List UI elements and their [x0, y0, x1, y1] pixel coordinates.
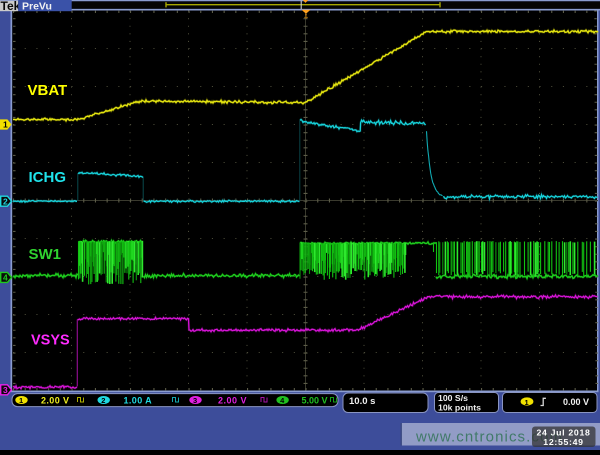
svg-text:2.00 V: 2.00 V — [218, 395, 247, 405]
svg-text:2: 2 — [101, 396, 105, 405]
svg-text:1: 1 — [525, 398, 529, 407]
svg-text:1: 1 — [19, 396, 23, 405]
svg-text:VBAT: VBAT — [28, 82, 68, 99]
svg-text:3: 3 — [3, 385, 8, 395]
svg-text:2.00 V: 2.00 V — [41, 395, 69, 405]
svg-text:5.00 V: 5.00 V — [302, 395, 328, 405]
svg-text:100 S/s: 100 S/s — [438, 393, 468, 403]
svg-text:Tek: Tek — [1, 0, 21, 13]
svg-text:PreVu: PreVu — [22, 0, 52, 12]
svg-text:10.0 s: 10.0 s — [349, 396, 375, 407]
svg-text:SW1: SW1 — [29, 246, 62, 263]
svg-text:1.00 A: 1.00 A — [124, 395, 153, 405]
svg-text:4: 4 — [3, 273, 8, 283]
svg-text:1: 1 — [3, 120, 8, 130]
svg-text:3: 3 — [193, 396, 197, 405]
svg-text:24 Jul 2018: 24 Jul 2018 — [536, 428, 590, 438]
svg-text:0.00 V: 0.00 V — [563, 397, 589, 407]
svg-text:12:55:49: 12:55:49 — [543, 437, 583, 447]
svg-text:10k points: 10k points — [438, 403, 481, 413]
svg-text:ICHG: ICHG — [29, 169, 67, 186]
svg-text:2: 2 — [3, 196, 8, 206]
svg-text:VSYS: VSYS — [31, 333, 70, 349]
